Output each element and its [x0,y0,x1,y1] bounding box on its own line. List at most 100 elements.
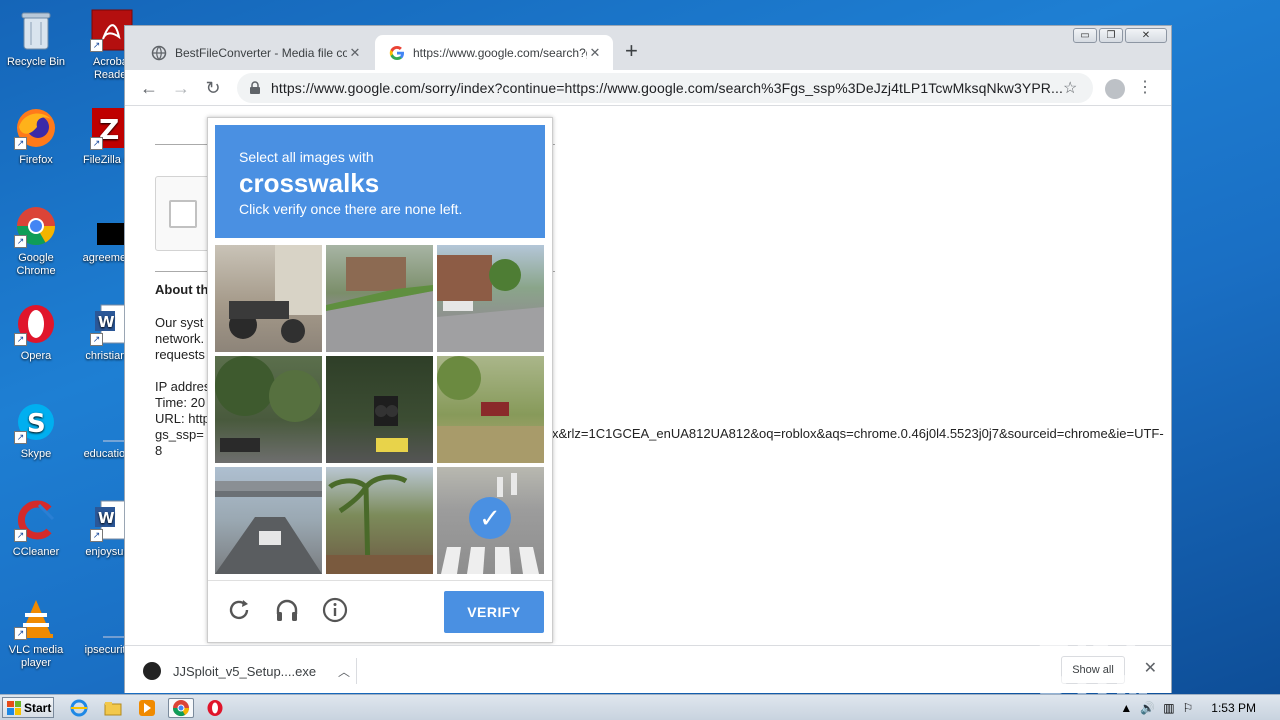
profile-avatar[interactable] [1105,79,1125,99]
opera-taskbar-icon[interactable] [204,698,226,718]
captcha-tile[interactable] [215,467,322,574]
captcha-tile[interactable] [326,356,433,463]
time-line: Time: 20 [155,395,206,410]
desktop-icon-label: Firefox [19,154,53,166]
captcha-target: crosswalks [239,168,380,198]
ie-taskbar-icon[interactable] [68,698,90,718]
windows-logo-icon [7,700,21,715]
chrome-icon: ↗ [14,204,58,248]
tab-strip: BestFileConverter - Media file conver ✕ … [125,26,1171,70]
firefox-icon: ↗ [14,106,58,150]
bookmark-star-icon[interactable]: ☆ [1063,78,1081,98]
page-content: About th Our syst network. requests IP a… [125,107,1171,644]
tab-title: BestFileConverter - Media file conver [175,45,347,60]
gs-line: gs_ssp= [155,427,204,442]
captcha-tile[interactable] [437,356,544,463]
captcha-tile[interactable] [326,467,433,574]
captcha-subinstruction: Click verify once there are none left. [239,201,463,217]
captcha-tile[interactable] [215,245,322,352]
desktop-icon-firefox[interactable]: ↗ Firefox [0,106,72,167]
vlc-icon: ↗ [14,596,58,640]
recaptcha-checkbox[interactable] [169,200,197,228]
para-line: Our syst [155,315,204,330]
recaptcha-widget [155,176,215,251]
reload-button[interactable]: ↻ [201,76,225,100]
shortcut-arrow-icon: ↗ [14,627,27,640]
shortcut-arrow-icon: ↗ [90,529,103,542]
forward-button[interactable]: → [169,76,193,100]
desktop-icon-label: Skype [20,448,52,460]
desktop-icon-ccleaner[interactable]: ↗ CCleaner [0,498,72,559]
captcha-tile-selected[interactable]: ✓ [437,467,544,574]
browser-window: BestFileConverter - Media file conver ✕ … [124,25,1172,693]
globe-icon [151,45,167,60]
tab-bestfileconverter[interactable]: BestFileConverter - Media file conver ✕ [137,35,373,70]
selected-checkmark-icon: ✓ [469,497,511,539]
chrome-taskbar-icon[interactable] [168,698,194,718]
desktop-icon-opera[interactable]: ↗ Opera [0,302,72,363]
skype-icon: S ↗ [14,400,58,444]
tab-google-search[interactable]: https://www.google.com/search?gs_ ✕ [375,35,613,70]
media-player-taskbar-icon[interactable] [136,698,158,718]
svg-text:W: W [98,313,115,331]
taskbar: Start ▲ 🔊 ▥ ⚐ 1:53 PM [0,694,1280,720]
shortcut-arrow-icon: ↗ [14,137,27,150]
download-item[interactable]: JJSploit_v5_Setup....exe ︿ [143,658,357,684]
start-button[interactable]: Start [2,697,54,718]
url-line: URL: http [155,411,210,426]
ip-line: IP addres [155,379,211,394]
restore-button[interactable]: ❐ [1099,28,1123,43]
address-bar[interactable]: https://www.google.com/sorry/index?conti… [237,73,1093,103]
shortcut-arrow-icon: ↗ [90,333,103,346]
captcha-header: Select all images with crosswalks Click … [215,125,545,238]
chevron-up-icon[interactable]: ︿ [332,663,356,680]
tab-close-icon[interactable]: ✕ [347,45,363,61]
clock[interactable]: 1:53 PM [1211,701,1256,715]
info-icon[interactable] [320,597,350,627]
network-icon[interactable]: ▥ [1163,701,1174,715]
captcha-tile[interactable] [326,245,433,352]
reload-challenge-icon[interactable] [224,597,254,627]
shortcut-arrow-icon: ↗ [90,137,103,150]
desktop-icon-skype[interactable]: S ↗ Skype [0,400,72,461]
desktop-icon-recycle-bin[interactable]: Recycle Bin [0,8,72,69]
desktop-icon-chrome[interactable]: ↗ Google Chrome [0,204,72,278]
svg-text:W: W [98,509,115,527]
url-text: https://www.google.com/sorry/index?conti… [271,80,1063,96]
lock-icon [250,81,260,94]
close-window-button[interactable]: ✕ [1125,28,1167,43]
download-bar: JJSploit_v5_Setup....exe ︿ Show all ✕ [125,645,1171,693]
url-line-end: 8 [155,443,163,458]
minimize-button[interactable]: ▭ [1073,28,1097,43]
tab-title: https://www.google.com/search?gs_ [413,45,587,60]
verify-button[interactable]: VERIFY [444,591,544,633]
opera-icon: ↗ [14,302,58,346]
captcha-image-grid: ✓ [215,245,545,575]
shortcut-arrow-icon: ↗ [14,235,27,248]
captcha-tile[interactable] [215,356,322,463]
volume-icon[interactable]: 🔊 [1140,701,1155,715]
back-button[interactable]: ← [137,76,161,100]
file-download-icon [143,662,161,680]
shortcut-arrow-icon: ↗ [14,431,27,444]
captcha-instruction: Select all images with [239,149,374,165]
long-url-text: x&rlz=1C1GCEA_enUA812UA812&oq=roblox&aqs… [552,426,1164,441]
system-tray: ▲ 🔊 ▥ ⚐ 1:53 PM [1120,695,1280,720]
svg-text:S: S [27,409,46,439]
captcha-footer: VERIFY [208,580,552,644]
captcha-tile[interactable] [437,245,544,352]
tab-close-icon[interactable]: ✕ [587,45,603,61]
window-controls: ▭ ❐ ✕ [1073,28,1167,43]
action-center-flag-icon[interactable]: ⚐ [1183,701,1194,715]
browser-toolbar: ← → ↻ https://www.google.com/sorry/index… [125,70,1171,106]
headphones-icon[interactable] [272,597,302,627]
desktop-icon-vlc[interactable]: ↗ VLC media player [0,596,72,670]
tray-expand-icon[interactable]: ▲ [1120,701,1132,715]
new-tab-button[interactable]: + [625,40,638,62]
desktop-icon-label: CCleaner [12,546,60,558]
browser-menu-button[interactable]: ⋮ [1137,77,1153,97]
recycle-bin-icon [14,8,58,52]
desktop-icon-label: Recycle Bin [6,56,66,68]
shortcut-arrow-icon: ↗ [14,529,27,542]
explorer-taskbar-icon[interactable] [102,698,124,718]
